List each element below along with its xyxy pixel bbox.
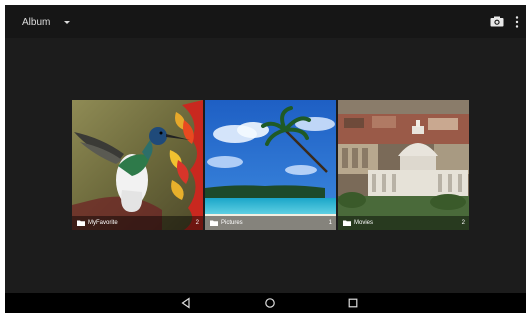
caret-down-icon [64, 20, 71, 24]
album-label-bar: Movies 2 [338, 216, 469, 230]
album-name: Movies [354, 220, 374, 226]
folder-icon [343, 220, 351, 226]
album-name: Pictures [221, 220, 243, 226]
folder-icon [210, 220, 218, 226]
navigation-bar [5, 293, 526, 313]
home-circle-icon[interactable] [263, 296, 277, 310]
album-tile-myfavorite[interactable]: MyFavorite 2 [72, 100, 203, 230]
capitol-thumbnail [338, 100, 469, 230]
beach-thumbnail [205, 100, 336, 230]
folder-icon [77, 220, 85, 226]
overflow-menu-icon[interactable] [514, 15, 520, 29]
album-name: MyFavorite [88, 220, 118, 226]
album-grid: MyFavorite 2 Pictures 1 Movies 2 [5, 38, 526, 293]
album-tile-movies[interactable]: Movies 2 [338, 100, 469, 230]
album-label-bar: Pictures 1 [205, 216, 336, 230]
back-triangle-icon[interactable] [179, 296, 193, 310]
album-label-bar: MyFavorite 2 [72, 216, 203, 230]
gallery-screen: Album MyFavorite 2 Pictures 1 Movies 2 [5, 5, 526, 313]
hummingbird-thumbnail [72, 100, 203, 230]
album-count: 2 [195, 220, 199, 226]
album-count: 1 [328, 220, 332, 226]
recents-square-icon[interactable] [346, 296, 360, 310]
camera-icon[interactable] [490, 16, 504, 27]
album-count: 2 [461, 220, 465, 226]
album-dropdown-label: Album [22, 16, 51, 28]
album-dropdown-button[interactable]: Album [22, 13, 71, 31]
album-tile-pictures[interactable]: Pictures 1 [205, 100, 336, 230]
action-bar: Album [5, 5, 526, 38]
